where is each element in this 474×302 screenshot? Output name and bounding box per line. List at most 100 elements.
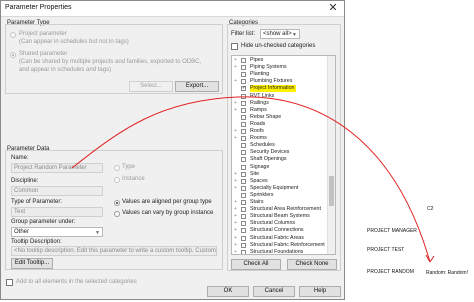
- category-checkbox[interactable]: [241, 221, 246, 227]
- hide-unchecked-checkbox[interactable]: [231, 43, 238, 50]
- aligned-per-group-radio[interactable]: [114, 200, 120, 206]
- category-checkbox[interactable]: [241, 164, 246, 170]
- expand-plus-icon[interactable]: +: [234, 100, 238, 107]
- add-to-all-checkbox[interactable]: [6, 279, 13, 286]
- category-checkbox[interactable]: [241, 107, 246, 113]
- cancel-button[interactable]: Cancel: [253, 286, 295, 297]
- category-checkbox[interactable]: [241, 143, 246, 149]
- category-item[interactable]: + Ramps: [232, 107, 326, 114]
- category-checkbox[interactable]: [241, 228, 246, 234]
- expand-plus-icon[interactable]: +: [234, 249, 238, 254]
- name-field[interactable]: Project Random Parameter: [11, 163, 103, 173]
- category-checkbox[interactable]: [241, 157, 246, 163]
- expand-plus-icon[interactable]: +: [234, 185, 238, 192]
- category-item[interactable]: Rebar Shape: [232, 114, 326, 121]
- edit-tooltip-button[interactable]: Edit Tooltip...: [11, 258, 53, 269]
- category-item[interactable]: Signage: [232, 164, 326, 171]
- category-item[interactable]: + Specialty Equipment: [232, 185, 326, 192]
- category-item[interactable]: + Roofs: [232, 128, 326, 135]
- category-item[interactable]: + Structural Fabric Areas: [232, 235, 326, 242]
- category-checkbox[interactable]: [241, 93, 246, 99]
- expand-plus-icon[interactable]: +: [234, 213, 238, 220]
- shared-parameter-radio[interactable]: [10, 52, 16, 58]
- category-item[interactable]: + Structural Area Reinforcement: [232, 206, 326, 213]
- expand-plus-icon[interactable]: +: [234, 78, 238, 85]
- category-item[interactable]: + Pipes: [232, 57, 326, 64]
- discipline-select[interactable]: Common: [11, 186, 103, 196]
- expand-plus-icon[interactable]: +: [234, 235, 238, 242]
- category-item[interactable]: Schedules: [232, 142, 326, 149]
- expand-plus-icon[interactable]: +: [234, 199, 238, 206]
- expand-plus-icon[interactable]: +: [234, 242, 238, 249]
- category-item[interactable]: Planting: [232, 71, 326, 78]
- category-checkbox[interactable]: [241, 129, 246, 134]
- category-item[interactable]: + Plumbing Fixtures: [232, 78, 326, 85]
- category-item[interactable]: + Rooms: [232, 135, 326, 142]
- category-item[interactable]: + Spaces: [232, 178, 326, 185]
- category-item[interactable]: Roads: [232, 121, 326, 128]
- category-checkbox[interactable]: [241, 121, 246, 127]
- category-item[interactable]: + Structural Fabric Reinforcement: [232, 242, 326, 249]
- category-item[interactable]: + Piping Systems: [232, 64, 326, 71]
- category-item[interactable]: + Structural Connections: [232, 227, 326, 234]
- check-none-button[interactable]: Check None: [287, 259, 337, 270]
- category-item[interactable]: + Railings: [232, 100, 326, 107]
- expand-plus-icon[interactable]: +: [234, 135, 238, 142]
- check-all-button[interactable]: Check All: [231, 259, 281, 270]
- category-checkbox[interactable]: [241, 249, 246, 254]
- category-item[interactable]: + Stairs: [232, 199, 326, 206]
- expand-plus-icon[interactable]: +: [234, 64, 238, 71]
- vary-by-instance-radio[interactable]: [114, 211, 120, 217]
- category-item[interactable]: + Structural Foundations: [232, 249, 326, 254]
- category-item[interactable]: Sprinklers: [232, 192, 326, 199]
- expand-plus-icon[interactable]: +: [234, 227, 238, 234]
- filter-list-select[interactable]: <show all> ▼: [260, 29, 300, 39]
- category-checkbox[interactable]: [241, 136, 246, 142]
- category-checkbox[interactable]: [241, 235, 246, 241]
- ok-button[interactable]: OK: [207, 286, 249, 297]
- instance-radio[interactable]: [114, 177, 120, 183]
- expand-plus-icon[interactable]: +: [234, 107, 238, 114]
- help-button[interactable]: Help: [299, 286, 341, 297]
- category-item[interactable]: + Structural Columns: [232, 220, 326, 227]
- select-button[interactable]: Select...: [129, 81, 173, 92]
- category-checkbox[interactable]: [241, 200, 246, 205]
- category-checkbox[interactable]: ✓: [241, 86, 246, 92]
- category-checkbox[interactable]: [241, 178, 246, 184]
- expand-plus-icon[interactable]: +: [234, 57, 238, 64]
- group-under-select[interactable]: Other ▼: [11, 227, 103, 237]
- category-checkbox[interactable]: [241, 242, 246, 248]
- category-list[interactable]: + Pipes + Piping Systems Planting + Plumbing F…: [231, 55, 336, 255]
- category-item[interactable]: ✓ Project Information: [232, 85, 326, 93]
- category-item[interactable]: + Structural Beam Systems: [232, 213, 326, 220]
- type-radio[interactable]: [114, 165, 120, 171]
- export-button[interactable]: Export...: [175, 81, 219, 92]
- category-item[interactable]: Security Devices: [232, 149, 326, 156]
- category-checkbox[interactable]: [241, 171, 246, 177]
- category-checkbox[interactable]: [241, 207, 246, 213]
- expand-plus-icon[interactable]: +: [234, 171, 238, 178]
- category-checkbox[interactable]: [241, 192, 246, 198]
- category-checkbox[interactable]: [241, 214, 246, 220]
- type-of-parameter-select[interactable]: Text: [11, 207, 103, 217]
- category-checkbox[interactable]: [241, 100, 246, 106]
- project-parameter-radio[interactable]: [10, 32, 16, 38]
- category-item[interactable]: RVT Links: [232, 93, 326, 100]
- category-checkbox[interactable]: [241, 72, 246, 78]
- category-checkbox[interactable]: [241, 79, 246, 85]
- hide-unchecked-label: Hide un-checked categories: [241, 43, 316, 49]
- scrollbar-thumb[interactable]: [329, 176, 334, 206]
- category-checkbox[interactable]: [241, 150, 246, 156]
- expand-plus-icon[interactable]: +: [234, 178, 238, 185]
- close-icon[interactable]: ✕: [326, 2, 340, 15]
- category-item[interactable]: Shaft Openings: [232, 156, 326, 163]
- category-checkbox[interactable]: [241, 185, 246, 191]
- category-checkbox[interactable]: [241, 114, 246, 120]
- expand-plus-icon[interactable]: +: [234, 128, 238, 135]
- expand-plus-icon[interactable]: +: [234, 206, 238, 213]
- category-item[interactable]: + Site: [232, 171, 326, 178]
- expand-plus-icon[interactable]: +: [234, 220, 238, 227]
- category-checkbox[interactable]: [241, 58, 246, 63]
- category-checkbox[interactable]: [241, 65, 246, 71]
- category-scrollbar[interactable]: [327, 56, 335, 254]
